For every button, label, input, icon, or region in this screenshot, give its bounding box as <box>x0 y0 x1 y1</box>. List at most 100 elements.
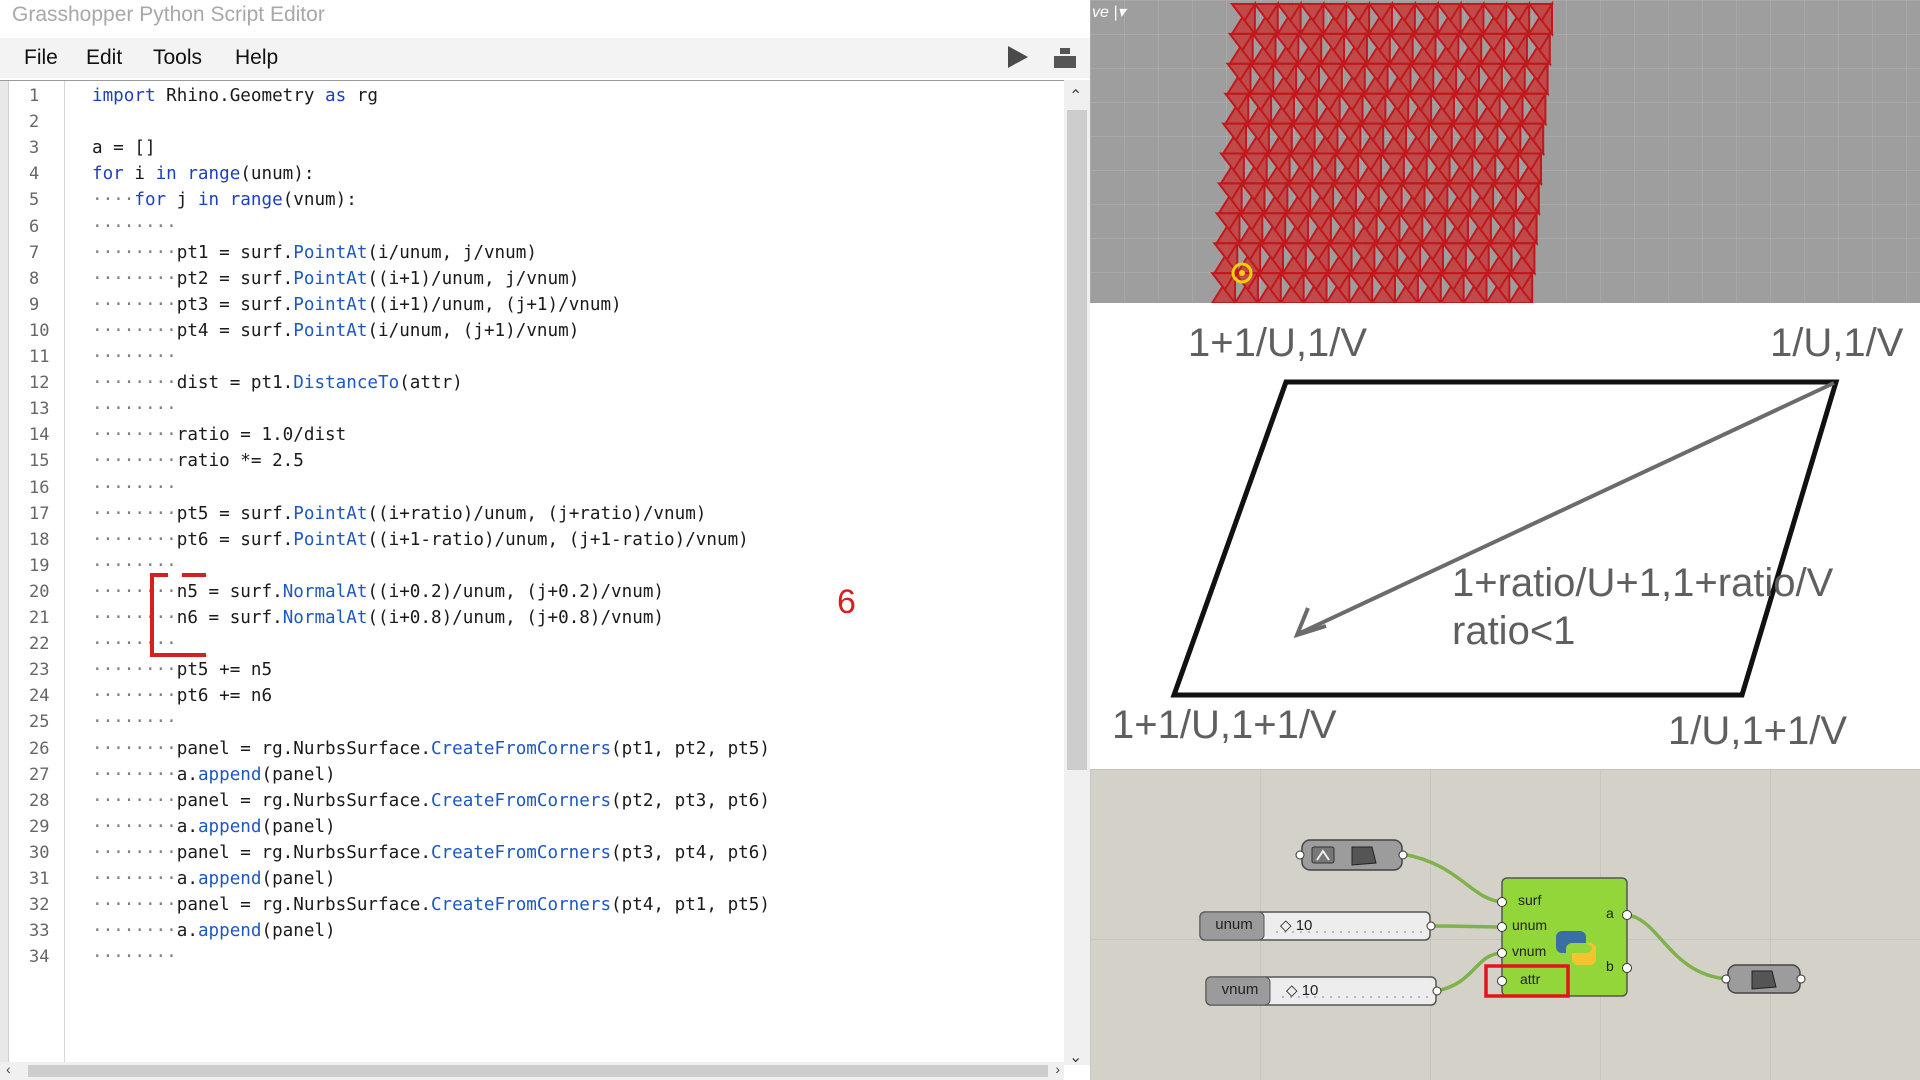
horizontal-scrollbar[interactable]: ‹ › <box>0 1061 1064 1080</box>
line-number: 20 <box>29 581 50 602</box>
line-number-gutter: 1 2 3 4 5 6 7 8 9 10 11 12 13 14 15 16 17 18 19 20 21 22 23 24 2… <box>9 81 65 1066</box>
code-line[interactable]: ········a.append(panel) <box>92 866 336 892</box>
scroll-thumb[interactable] <box>1067 110 1087 770</box>
code-line[interactable]: ········a.append(panel) <box>92 762 336 788</box>
line-number: 9 <box>29 294 40 315</box>
vertical-scrollbar[interactable]: ⌃ ⌄ <box>1064 80 1090 1067</box>
scroll-up-icon[interactable]: ⌃ <box>1069 86 1082 106</box>
slider-vnum-value[interactable]: ◇ 10 <box>1286 981 1318 999</box>
code-text: n5 = surf.NormalAt((i+0.2)/unum, (j+0.2)… <box>176 581 665 602</box>
label-bottom-left: 1+1/U,1+1/V <box>1112 703 1337 747</box>
code-line[interactable]: ········ <box>92 475 177 501</box>
code-editor[interactable]: 1 2 3 4 5 6 7 8 9 10 11 12 13 14 15 16 17 18 19 20 21 22 23 24 2… <box>0 80 1090 1066</box>
code-line[interactable]: import Rhino.Geometry as rg <box>92 83 378 109</box>
code-line[interactable]: ········ratio = 1.0/dist <box>92 422 346 448</box>
code-text: a.append(panel) <box>176 816 336 837</box>
code-line[interactable]: ········ <box>92 709 177 735</box>
code-line[interactable]: ········dist = pt1.DistanceTo(attr) <box>92 370 463 396</box>
line-number: 27 <box>29 764 50 785</box>
scroll-down-icon[interactable]: ⌄ <box>1069 1047 1082 1067</box>
input-attr[interactable]: attr <box>1520 971 1540 987</box>
code-line[interactable]: ········pt6 = surf.PointAt((i+1-ratio)/u… <box>92 527 749 553</box>
indent-guide: ········ <box>92 347 177 367</box>
code-line[interactable]: ········pt2 = surf.PointAt((i+1)/unum, j… <box>92 266 579 292</box>
chevron-down-icon[interactable]: |▾ <box>1113 4 1125 21</box>
code-line[interactable]: ········a.append(panel) <box>92 814 336 840</box>
diagram-drawing <box>1170 379 1840 698</box>
code-line[interactable]: ········pt3 = surf.PointAt((i+1)/unum, (… <box>92 292 622 318</box>
code-text: pt2 = surf.PointAt((i+1)/unum, j/vnum) <box>176 268 580 289</box>
line-number: 1 <box>29 86 40 106</box>
code-text: n6 = surf.NormalAt((i+0.8)/unum, (j+0.8)… <box>176 608 665 628</box>
indent-guide: ········ <box>92 320 177 341</box>
line-number: 5 <box>29 190 40 211</box>
code-line[interactable]: ········ <box>92 396 177 422</box>
line-number: 25 <box>29 712 50 733</box>
code-text: pt6 += n6 <box>176 686 273 707</box>
script-editor-window: Grasshopper Python Script Editor File Ed… <box>0 0 1090 1080</box>
code-line[interactable]: ········a.append(panel) <box>92 918 336 944</box>
code-line[interactable]: ········pt4 = surf.PointAt(i/unum, (j+1)… <box>92 318 579 344</box>
play-icon[interactable] <box>1008 46 1028 68</box>
hscroll-thumb[interactable] <box>28 1065 1048 1077</box>
indent-guide: ········ <box>92 503 177 524</box>
rhino-viewport[interactable]: ve |▾ <box>1090 0 1920 303</box>
input-vnum[interactable]: vnum <box>1512 943 1546 959</box>
input-surf[interactable]: surf <box>1518 892 1541 908</box>
code-line[interactable]: ········ <box>92 214 177 240</box>
viewport-name[interactable]: ve |▾ <box>1092 2 1126 22</box>
menu-file[interactable]: File <box>24 46 58 70</box>
code-line[interactable]: ········panel = rg.NurbsSurface.CreateFr… <box>92 892 770 918</box>
code-text: for j in range(vnum): <box>134 190 357 211</box>
line-number: 24 <box>29 686 50 707</box>
line-number: 11 <box>29 347 50 367</box>
code-line[interactable]: ········ratio *= 2.5 <box>92 448 304 474</box>
line-number: 8 <box>29 268 40 289</box>
code-line[interactable]: ········pt6 += n6 <box>92 683 272 709</box>
indent-guide: ········ <box>92 842 177 863</box>
indent-guide: ········ <box>92 738 177 759</box>
output-a[interactable]: a <box>1606 905 1614 921</box>
fold-margin <box>0 81 9 1066</box>
slider-unum-name: unum <box>1215 916 1253 933</box>
line-number: 28 <box>29 790 50 811</box>
indent-guide: ········ <box>92 268 177 289</box>
scroll-right-icon[interactable]: › <box>1055 1061 1060 1077</box>
line-number: 2 <box>29 112 40 133</box>
code-line[interactable]: ········pt5 += n5 <box>92 657 272 683</box>
indent-guide: ········ <box>92 373 177 394</box>
indent-guide: ········ <box>92 242 177 263</box>
vector-label: 1+ratio/U+1,1+ratio/V <box>1452 561 1834 605</box>
code-line[interactable]: ········panel = rg.NurbsSurface.CreateFr… <box>92 736 770 762</box>
scroll-left-icon[interactable]: ‹ <box>6 1061 11 1077</box>
code-line[interactable]: for i in range(unum): <box>92 161 314 187</box>
code-text: ratio = 1.0/dist <box>176 425 347 446</box>
code-line[interactable]: ····for j in range(vnum): <box>92 187 357 213</box>
menu-edit[interactable]: Edit <box>86 46 122 70</box>
input-unum[interactable]: unum <box>1512 917 1547 933</box>
line-number: 31 <box>29 869 50 889</box>
code-text: panel = rg.NurbsSurface.CreateFromCorner… <box>176 895 770 916</box>
code-line[interactable]: ········panel = rg.NurbsSurface.CreateFr… <box>92 788 770 814</box>
line-number: 16 <box>29 477 50 498</box>
indent-guide: ········ <box>92 399 177 420</box>
dock-icon[interactable] <box>1054 48 1076 68</box>
code-line[interactable]: ········pt5 = surf.PointAt((i+ratio)/unu… <box>92 501 706 527</box>
line-number: 14 <box>29 425 50 446</box>
menu-help[interactable]: Help <box>235 46 278 70</box>
line-number: 26 <box>29 738 50 759</box>
code-line[interactable]: ········panel = rg.NurbsSurface.CreateFr… <box>92 840 770 866</box>
slider-unum-value[interactable]: ◇ 10 <box>1280 916 1312 934</box>
code-line[interactable]: ········ <box>92 944 177 970</box>
output-b[interactable]: b <box>1606 958 1614 974</box>
line-number: 12 <box>29 373 50 394</box>
line-number: 15 <box>29 451 50 472</box>
menu-tools[interactable]: Tools <box>153 46 202 70</box>
code-line[interactable]: ········ <box>92 344 177 370</box>
code-text: a.append(panel) <box>176 764 336 785</box>
grasshopper-canvas[interactable]: unum ◇ 10 vnum ◇ 10 surf unum vnum attr … <box>1090 769 1920 1080</box>
indent-guide: ···· <box>92 190 135 211</box>
code-line[interactable]: ········pt1 = surf.PointAt(i/unum, j/vnu… <box>92 240 537 266</box>
code-line[interactable]: a = [] <box>92 135 156 161</box>
line-number: 17 <box>29 503 50 524</box>
